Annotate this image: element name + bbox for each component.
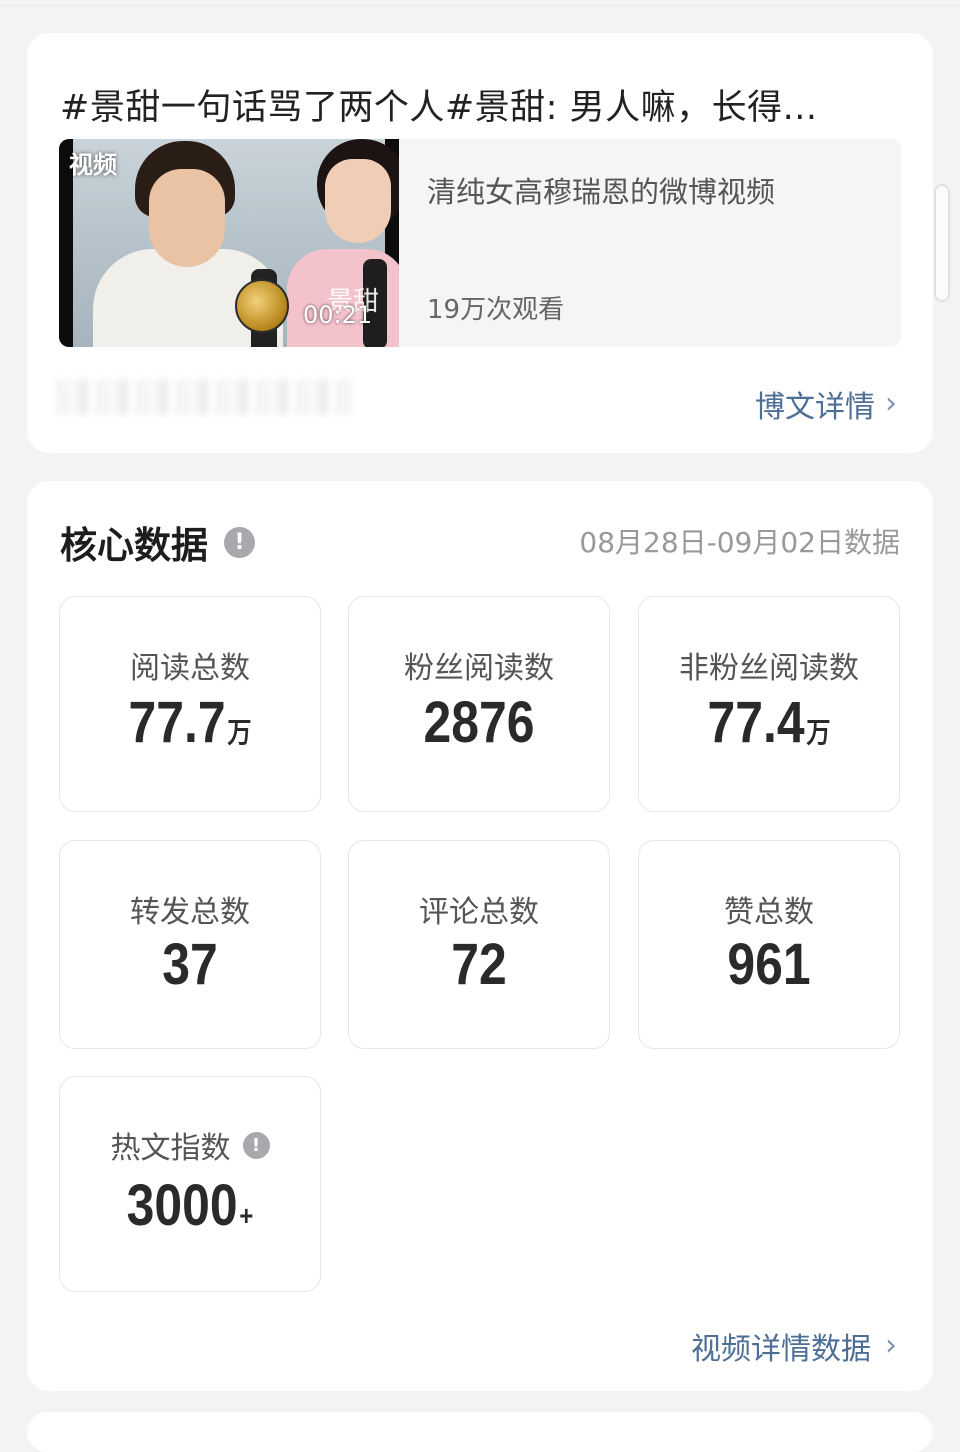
stat-value: 2876 — [367, 689, 591, 756]
stat-value: 3000+ — [78, 1172, 302, 1239]
stat-unit: + — [239, 1200, 254, 1231]
video-view-count: 19万次观看 — [427, 295, 565, 325]
stat-card-nonfan-reads: 非粉丝阅读数 77.4万 — [638, 596, 900, 812]
stat-number: 2876 — [423, 690, 535, 755]
stat-label-row: 热文指数 ! — [60, 1123, 320, 1167]
chevron-right-icon: › — [885, 1328, 897, 1363]
video-preview[interactable]: 景甜 视频 00:21 清纯女高穆瑞恩的微博视频 19万次观看 — [59, 139, 901, 347]
stat-number: 72 — [451, 932, 507, 997]
stat-value: 77.7万 — [78, 689, 302, 756]
date-range: 08月28日-09月02日数据 — [579, 526, 900, 559]
stat-label: 粉丝阅读数 — [404, 651, 554, 686]
stat-unit: 万 — [806, 717, 831, 748]
core-data-header: 核心数据 ! — [60, 515, 255, 569]
video-badge: 视频 — [69, 151, 117, 179]
video-thumbnail[interactable]: 景甜 视频 00:21 — [59, 139, 399, 347]
stat-number: 77.4 — [707, 690, 805, 755]
stat-number: 77.7 — [128, 690, 226, 755]
scrollbar-thumb[interactable] — [934, 184, 950, 302]
chevron-right-icon: › — [885, 386, 897, 421]
stat-label: 热文指数 — [110, 1131, 231, 1166]
stat-value: 77.4万 — [657, 689, 881, 756]
stat-label: 转发总数 — [130, 895, 250, 930]
stat-label: 赞总数 — [724, 895, 814, 930]
video-title[interactable]: 清纯女高穆瑞恩的微博视频 — [427, 169, 775, 211]
stat-value: 961 — [657, 931, 881, 998]
thumbnail-figure — [325, 159, 391, 243]
stat-unit: 万 — [227, 717, 252, 748]
thumbnail-figure — [149, 169, 225, 267]
stat-card-reposts: 转发总数 37 — [59, 840, 321, 1049]
post-title[interactable]: #景甜一句话骂了两个人#景甜: 男人嘛，长得... — [60, 79, 890, 130]
core-data-title: 核心数据 — [60, 524, 208, 567]
stat-value: 72 — [367, 931, 591, 998]
stat-label: 非粉丝阅读数 — [679, 651, 859, 686]
post-card: #景甜一句话骂了两个人#景甜: 男人嘛，长得... 景甜 视频 00:21 清纯… — [27, 33, 933, 453]
stat-card-fan-reads: 粉丝阅读数 2876 — [348, 596, 610, 812]
stat-card-total-reads: 阅读总数 77.7万 — [59, 596, 321, 812]
next-card — [27, 1412, 933, 1452]
stat-number: 3000 — [126, 1173, 238, 1238]
video-detail-label: 视频详情数据 — [691, 1332, 871, 1367]
core-data-card: 核心数据 ! 08月28日-09月02日数据 阅读总数 77.7万 粉丝阅读数 … — [27, 481, 933, 1391]
stat-card-likes: 赞总数 961 — [638, 840, 900, 1049]
stat-number: 961 — [727, 932, 811, 997]
video-detail-link[interactable]: 视频详情数据 › — [691, 1324, 897, 1368]
stat-card-hot-index: 热文指数 ! 3000+ — [59, 1076, 321, 1292]
stat-card-comments: 评论总数 72 — [348, 840, 610, 1049]
stat-value: 37 — [78, 931, 302, 998]
info-icon[interactable]: ! — [242, 1131, 270, 1159]
blurred-text — [55, 379, 355, 415]
post-detail-link[interactable]: 博文详情 › — [755, 382, 897, 426]
video-duration: 00:21 — [303, 301, 373, 329]
stat-label: 评论总数 — [419, 895, 539, 930]
top-divider — [0, 0, 960, 6]
microphone-logo — [235, 279, 289, 333]
stat-label: 阅读总数 — [130, 651, 250, 686]
info-icon[interactable]: ! — [224, 526, 255, 558]
post-detail-label: 博文详情 — [755, 390, 875, 425]
stat-number: 37 — [162, 932, 218, 997]
